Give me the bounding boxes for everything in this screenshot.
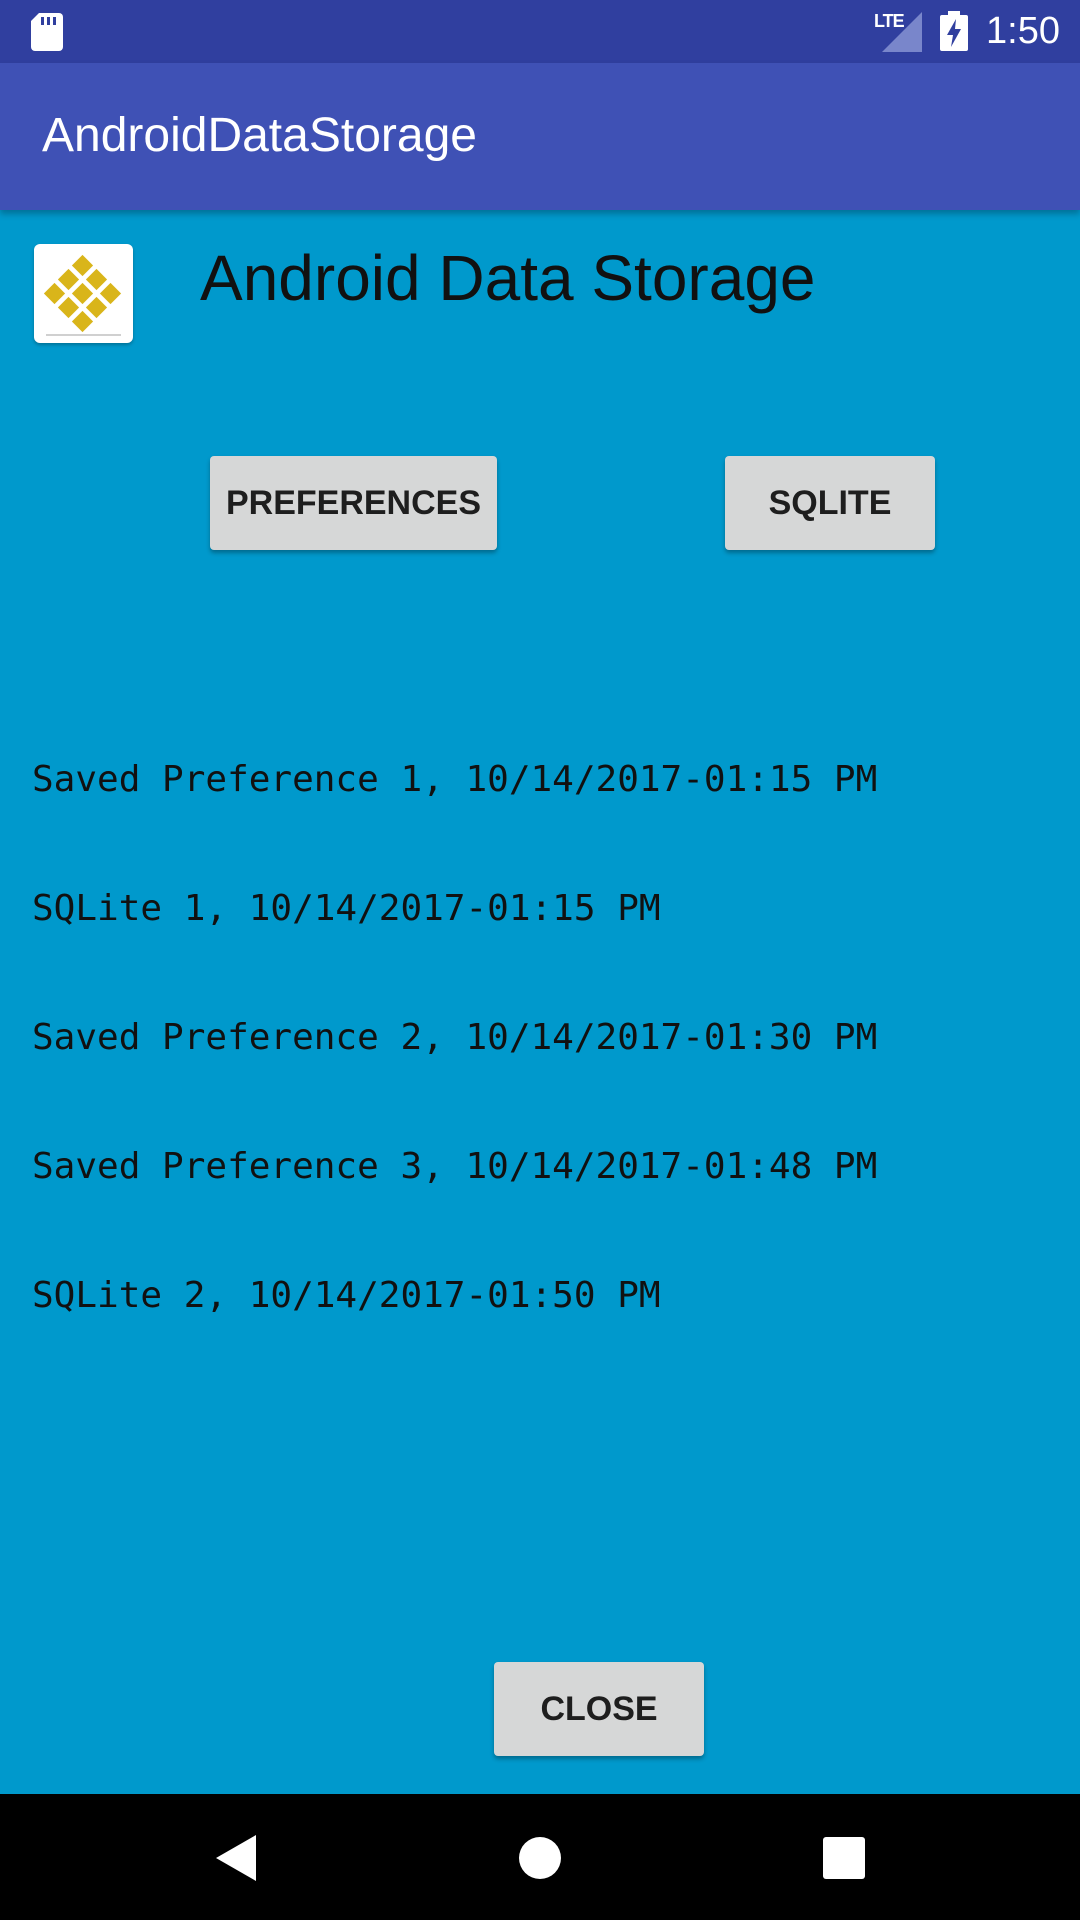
log-entry: Saved Preference 1, 10/14/2017-01:15 PM (32, 759, 878, 800)
battery-charging-icon (940, 11, 968, 51)
close-button[interactable]: CLOSE (494, 1662, 704, 1756)
back-icon[interactable] (216, 1835, 256, 1881)
app-bar-title: AndroidDataStorage (42, 109, 477, 162)
log-entry: Saved Preference 2, 10/14/2017-01:30 PM (32, 1017, 878, 1058)
status-time: 1:50 (986, 10, 1060, 52)
sd-card-icon (31, 13, 63, 51)
app-logo-icon (34, 244, 133, 343)
screen: LTE 1:50 AndroidDataStorage Android Data… (0, 0, 1080, 1920)
sqlite-button[interactable]: SQLITE (725, 456, 935, 550)
status-bar: LTE 1:50 (0, 0, 1080, 63)
network-label: LTE (874, 11, 905, 31)
logo-pattern-icon (43, 254, 122, 336)
page-title: Android Data Storage (200, 242, 816, 314)
storage-log: Saved Preference 1, 10/14/2017-01:15 PM … (32, 672, 877, 1403)
preferences-button[interactable]: PREFERENCES (210, 456, 497, 550)
log-entry: SQLite 1, 10/14/2017-01:15 PM (32, 888, 661, 929)
recents-icon[interactable] (823, 1837, 865, 1879)
app-bar: AndroidDataStorage (0, 63, 1080, 210)
home-icon[interactable] (518, 1836, 562, 1880)
log-entry: Saved Preference 3, 10/14/2017-01:48 PM (32, 1146, 878, 1187)
log-entry: SQLite 2, 10/14/2017-01:50 PM (32, 1275, 661, 1316)
